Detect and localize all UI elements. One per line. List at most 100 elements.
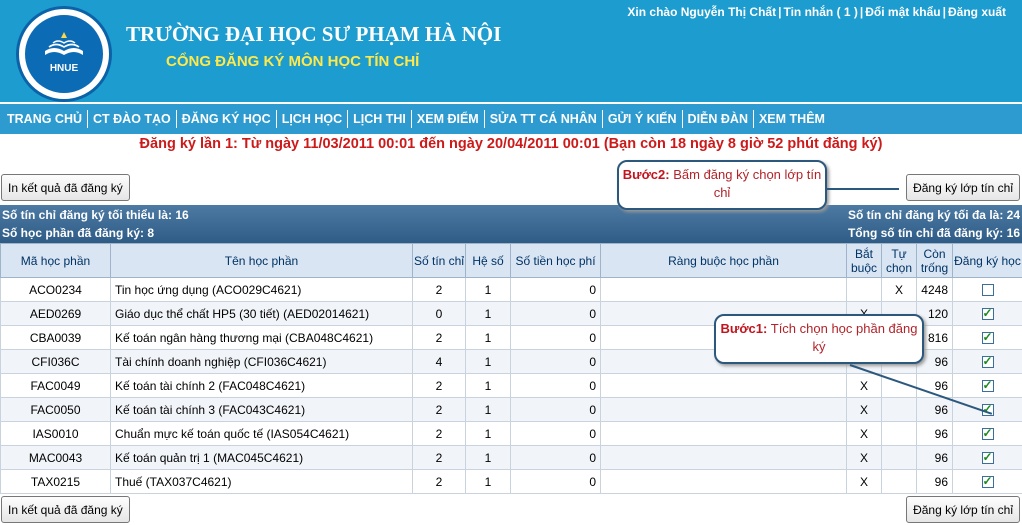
cell-fee: 0 xyxy=(510,445,601,470)
cell-required: X xyxy=(846,373,882,398)
print-results-button-bottom[interactable]: In kết quả đã đăng ký xyxy=(1,496,130,523)
nav-more[interactable]: XEM THÊM xyxy=(754,110,830,128)
cell-name: Kế toán tài chính 3 (FAC043C4621) xyxy=(110,397,413,422)
col-constraint: Ràng buộc học phần xyxy=(600,243,847,278)
nav-feedback[interactable]: GỬI Ý KIẾN xyxy=(603,110,683,128)
cell-constraint xyxy=(600,421,847,446)
step2-text: Bấm đăng ký chọn lớp tín chỉ xyxy=(673,167,822,200)
nav-register[interactable]: ĐĂNG KÝ HỌC xyxy=(177,110,277,128)
col-coef: Hệ số xyxy=(465,243,511,278)
register-checkbox[interactable] xyxy=(981,450,994,465)
messages-link[interactable]: Tin nhắn ( 1 ) xyxy=(781,5,859,19)
cell-name: Kế toán ngân hàng thương mại (CBA048C462… xyxy=(110,325,413,350)
logo-emblem: HNUE xyxy=(25,15,103,93)
cell-constraint xyxy=(600,373,847,398)
table-row: TAX0215 Thuế (TAX037C4621) 2 1 0 X 96 xyxy=(0,469,1022,494)
col-required: Bắt buộc xyxy=(846,243,882,278)
cell-coef: 1 xyxy=(465,445,511,470)
cell-register xyxy=(952,325,1022,350)
cell-name: Giáo dục thể chất HP5 (30 tiết) (AED0201… xyxy=(110,301,413,326)
cell-elective xyxy=(881,445,917,470)
cell-register xyxy=(952,445,1022,470)
cell-remaining: 4248 xyxy=(916,277,953,302)
nav-forum[interactable]: DIỄN ĐÀN xyxy=(683,110,754,128)
portal-name: CỔNG ĐĂNG KÝ MÔN HỌC TÍN CHỈ xyxy=(166,53,420,70)
cell-code: TAX0215 xyxy=(0,469,111,494)
cell-register xyxy=(952,373,1022,398)
change-password-link[interactable]: Đổi mật khẩu xyxy=(863,5,942,19)
cell-required: X xyxy=(846,469,882,494)
cell-coef: 1 xyxy=(465,349,511,374)
cell-register xyxy=(952,469,1022,494)
cell-credits: 2 xyxy=(412,397,466,422)
school-logo[interactable]: HNUE xyxy=(16,6,112,102)
min-credits: Số tín chỉ đăng ký tối thiểu là: 16 xyxy=(2,208,189,222)
register-checkbox[interactable] xyxy=(981,284,994,297)
cell-fee: 0 xyxy=(510,325,601,350)
greeting-link[interactable]: Xin chào Nguyễn Thị Chất xyxy=(625,5,778,19)
cell-constraint xyxy=(600,397,847,422)
cell-constraint xyxy=(600,469,847,494)
nav-home[interactable]: TRANG CHỦ xyxy=(2,110,88,128)
cell-code: MAC0043 xyxy=(0,445,111,470)
cell-credits: 2 xyxy=(412,421,466,446)
register-checkbox[interactable] xyxy=(981,426,994,441)
register-checkbox[interactable] xyxy=(981,474,994,489)
cell-credits: 4 xyxy=(412,349,466,374)
col-credits: Số tín chỉ xyxy=(412,243,466,278)
register-checkbox[interactable] xyxy=(981,330,994,345)
cell-coef: 1 xyxy=(465,301,511,326)
cell-name: Kế toán quản trị 1 (MAC045C4621) xyxy=(110,445,413,470)
cell-elective xyxy=(881,421,917,446)
cell-code: FAC0049 xyxy=(0,373,111,398)
nav-grades[interactable]: XEM ĐIỂM xyxy=(412,110,485,128)
credit-summary: Số tín chỉ đăng ký tối thiểu là: 16 Số t… xyxy=(0,205,1022,243)
cell-name: Chuẩn mực kế toán quốc tế (IAS054C4621) xyxy=(110,421,413,446)
cell-required xyxy=(846,277,882,302)
nav-profile[interactable]: SỬA TT CÁ NHÂN xyxy=(485,110,603,128)
register-checkbox[interactable] xyxy=(981,378,994,393)
course-table: Mã học phần Tên học phần Số tín chỉ Hệ s… xyxy=(0,243,1022,494)
main-nav: TRANG CHỦ CT ĐÀO TẠO ĐĂNG KÝ HỌC LỊCH HỌ… xyxy=(0,104,1022,134)
cell-remaining: 96 xyxy=(916,421,953,446)
cell-fee: 0 xyxy=(510,373,601,398)
cell-required: X xyxy=(846,445,882,470)
print-results-button[interactable]: In kết quả đã đăng ký xyxy=(1,174,130,201)
col-remaining: Còn trống xyxy=(916,243,953,278)
cell-code: CBA0039 xyxy=(0,325,111,350)
cell-name: Tin học ứng dụng (ACO029C4621) xyxy=(110,277,413,302)
register-checkbox[interactable] xyxy=(981,354,994,369)
register-class-button-bottom[interactable]: Đăng ký lớp tín chỉ xyxy=(906,496,1020,523)
col-code: Mã học phần xyxy=(0,243,111,278)
cell-remaining: 96 xyxy=(916,469,953,494)
cell-name: Thuế (TAX037C4621) xyxy=(110,469,413,494)
logout-link[interactable]: Đăng xuất xyxy=(946,5,1008,19)
nav-curriculum[interactable]: CT ĐÀO TẠO xyxy=(88,110,177,128)
register-checkbox[interactable] xyxy=(981,306,994,321)
cell-code: ACO0234 xyxy=(0,277,111,302)
cell-fee: 0 xyxy=(510,301,601,326)
book-icon xyxy=(45,32,83,55)
nav-exam[interactable]: LỊCH THI xyxy=(348,110,412,128)
cell-coef: 1 xyxy=(465,421,511,446)
cell-fee: 0 xyxy=(510,469,601,494)
cell-coef: 1 xyxy=(465,373,511,398)
cell-elective: X xyxy=(881,277,917,302)
school-name: TRƯỜNG ĐẠI HỌC SƯ PHẠM HÀ NỘI xyxy=(126,22,502,46)
cell-fee: 0 xyxy=(510,277,601,302)
cell-credits: 2 xyxy=(412,277,466,302)
step2-callout: Bước2: Bấm đăng ký chọn lớp tín chỉ xyxy=(617,160,827,210)
cell-register xyxy=(952,349,1022,374)
cell-code: IAS0010 xyxy=(0,421,111,446)
register-class-button[interactable]: Đăng ký lớp tín chỉ xyxy=(906,174,1020,201)
site-header: HNUE TRƯỜNG ĐẠI HỌC SƯ PHẠM HÀ NỘI CỔNG … xyxy=(0,0,1022,102)
step2-arrow xyxy=(827,188,899,190)
logo-text: HNUE xyxy=(49,63,79,74)
col-fee: Số tiền học phí xyxy=(510,243,601,278)
cell-coef: 1 xyxy=(465,469,511,494)
cell-required: X xyxy=(846,397,882,422)
col-name: Tên học phần xyxy=(110,243,413,278)
table-row: FAC0050 Kế toán tài chính 3 (FAC043C4621)… xyxy=(0,397,1022,422)
nav-schedule[interactable]: LỊCH HỌC xyxy=(277,110,349,128)
step1-text: Tích chọn học phần đăng ký xyxy=(770,321,918,354)
